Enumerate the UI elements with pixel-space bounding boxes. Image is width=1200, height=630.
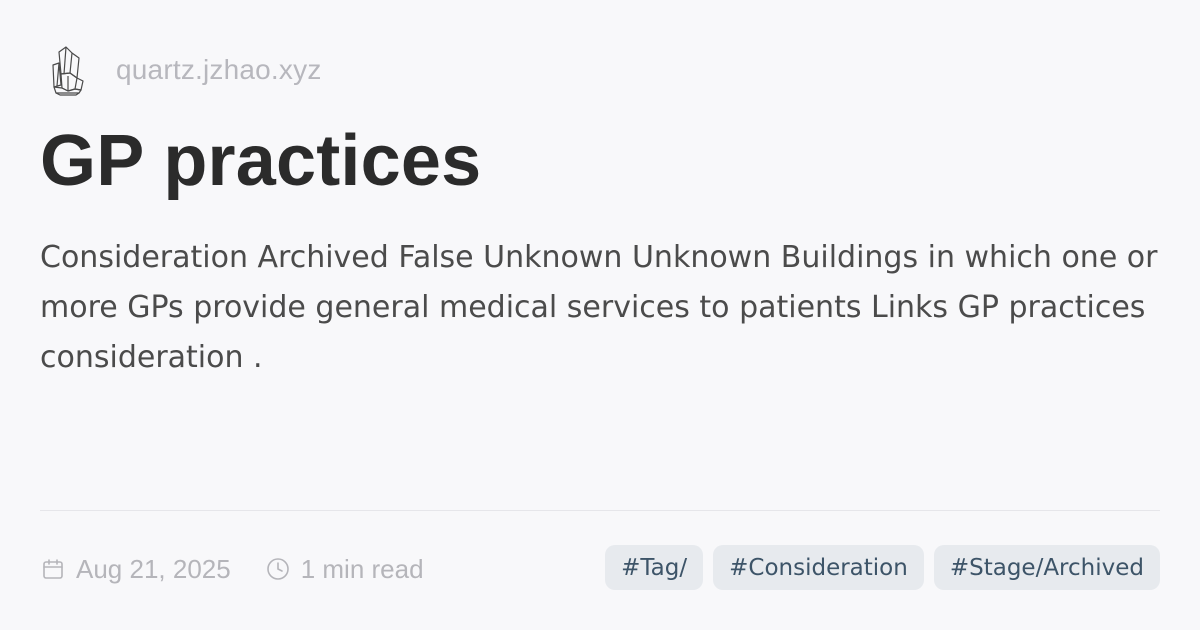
divider (40, 510, 1160, 511)
page-title: GP practices (40, 121, 482, 201)
tag-consideration[interactable]: #Consideration (713, 545, 924, 590)
crystal-cluster-icon (44, 40, 90, 100)
reading-time: 1 min read (300, 553, 424, 584)
tag-list: #Tag/ #Consideration #Stage/Archived (605, 545, 1160, 590)
tag-tag[interactable]: #Tag/ (605, 545, 704, 590)
calendar-icon (40, 556, 66, 582)
site-domain[interactable]: quartz.jzhao.xyz (116, 54, 322, 86)
date-meta: Aug 21, 2025 (40, 554, 231, 585)
clock-icon (265, 556, 291, 582)
site-header: quartz.jzhao.xyz (44, 40, 322, 100)
tag-stage-archived[interactable]: #Stage/Archived (933, 545, 1160, 590)
reading-time-meta: 1 min read (265, 554, 424, 585)
publish-date: Aug 21, 2025 (76, 553, 231, 584)
page-description: Consideration Archived False Unknown Unk… (40, 240, 1158, 375)
page-meta: Aug 21, 2025 1 min read (40, 548, 424, 590)
